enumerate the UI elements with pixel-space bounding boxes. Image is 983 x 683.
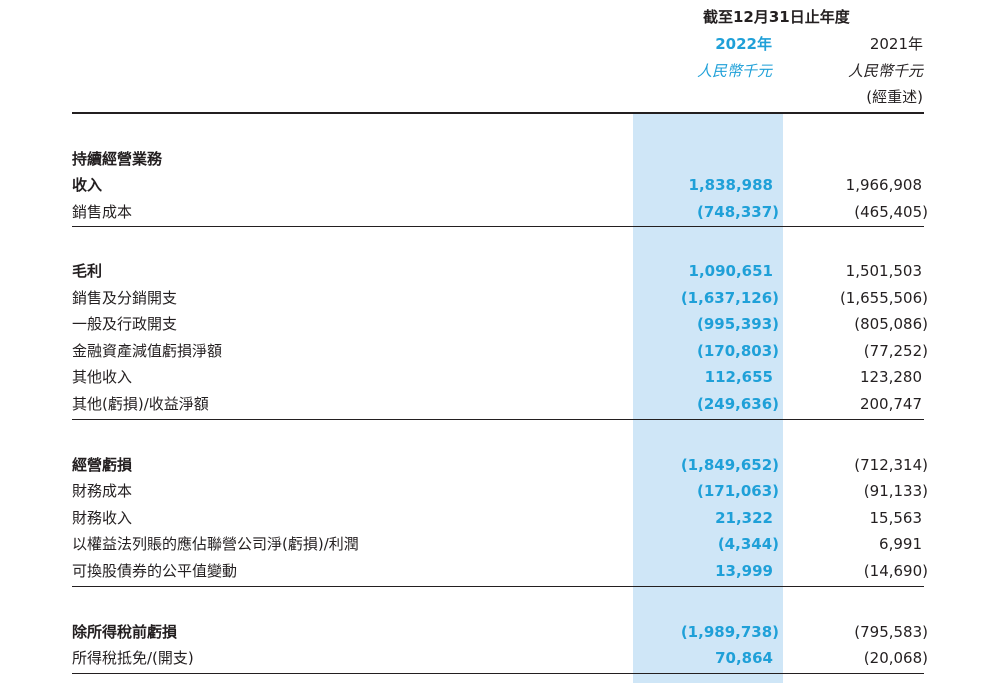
value-2021: (1,655,506) [839,289,928,307]
table-row-admin-expenses: 一般及行政開支 (995,393) (805,086) [0,311,983,337]
value-2021: 6,991 [879,535,922,553]
value-2021: (712,314) [854,456,928,474]
value-2022: (249,636) [696,395,779,413]
value-2022: 13,999 [715,562,773,580]
value-2022: (171,063) [696,482,779,500]
table-row-share-of-associates: 以權益法列賬的應佔聯營公司淨(虧損)/利潤 (4,344) 6,991 [0,531,983,557]
table-row-finance-income: 財務收入 21,322 15,563 [0,505,983,531]
value-2022: 1,838,988 [688,176,773,194]
value-2022: (1,849,652) [680,456,779,474]
value-2021: 123,280 [859,368,922,386]
value-2021: 200,747 [859,395,922,413]
table-row-other-income: 其他收入 112,655 123,280 [0,364,983,390]
row-label: 可換股債券的公平值變動 [72,562,238,580]
row-label: 其他收入 [72,368,133,386]
table-row-gross-profit: 毛利 1,090,651 1,501,503 [0,258,983,284]
row-label: 財務收入 [72,509,133,527]
table-row-selling-expenses: 銷售及分銷開支 (1,637,126) (1,655,506) [0,285,983,311]
value-2021: 1,501,503 [845,262,922,280]
table-row-cost-of-sales: 銷售成本 (748,337) (465,405) [0,199,983,225]
section-divider [72,673,924,674]
column-header-2021: 2021年 [869,35,923,53]
column-header-2022: 2022年 [715,35,772,53]
value-2021: (77,252) [863,342,928,360]
table-row-income-tax: 所得稅抵免/(開支) 70,864 (20,068) [0,645,983,671]
value-2022: (995,393) [696,315,779,333]
row-label: 毛利 [72,262,103,280]
row-label: 所得稅抵免/(開支) [72,649,194,667]
row-label: 以權益法列賬的應佔聯營公司淨(虧損)/利潤 [72,535,359,553]
value-2022: (4,344) [717,535,779,553]
value-2021: 1,966,908 [845,176,922,194]
table-row-revenue: 收入 1,838,988 1,966,908 [0,172,983,198]
section-divider [72,586,924,587]
table-row-impairment-losses: 金融資產減值虧損淨額 (170,803) (77,252) [0,338,983,364]
value-2022: (1,637,126) [680,289,779,307]
value-2022: 112,655 [704,368,773,386]
value-2021: 15,563 [869,509,923,527]
row-label: 收入 [72,176,103,194]
value-2021: (805,086) [854,315,928,333]
value-2021: (795,583) [854,623,928,641]
row-label: 金融資產減值虧損淨額 [72,342,223,360]
column-note-2021: (經重述) [866,88,923,106]
row-label: 銷售及分銷開支 [72,289,178,307]
value-2022: (748,337) [696,203,779,221]
section-divider [72,419,924,420]
section-divider [72,226,924,227]
row-label: 銷售成本 [72,203,133,221]
value-2021: (91,133) [863,482,928,500]
table-row-other-gains-losses: 其他(虧損)/收益淨額 (249,636) 200,747 [0,391,983,417]
table-row-continuing-operations: 持續經營業務 [0,146,983,172]
column-unit-2022: 人民幣千元 [696,62,772,80]
table-row-finance-costs: 財務成本 (171,063) (91,133) [0,478,983,504]
value-2021: (14,690) [863,562,928,580]
value-2022: (1,989,738) [680,623,779,641]
row-label: 其他(虧損)/收益淨額 [72,395,209,413]
table-row-operating-loss: 經營虧損 (1,849,652) (712,314) [0,452,983,478]
value-2022: 21,322 [715,509,773,527]
period-header: 截至12月31日止年度 [703,8,850,26]
header-divider [72,112,924,114]
value-2021: (465,405) [854,203,928,221]
table-row-loss-before-tax: 除所得稅前虧損 (1,989,738) (795,583) [0,619,983,645]
row-label: 財務成本 [72,482,133,500]
row-label: 一般及行政開支 [72,315,178,333]
row-label: 經營虧損 [72,456,133,474]
value-2022: 1,090,651 [688,262,773,280]
value-2022: (170,803) [696,342,779,360]
row-label: 除所得稅前虧損 [72,623,178,641]
table-row-convertible-bonds-fair-value: 可換股債券的公平值變動 13,999 (14,690) [0,558,983,584]
column-unit-2021: 人民幣千元 [847,62,923,80]
value-2021: (20,068) [863,649,928,667]
row-label: 持續經營業務 [72,150,163,168]
value-2022: 70,864 [715,649,773,667]
